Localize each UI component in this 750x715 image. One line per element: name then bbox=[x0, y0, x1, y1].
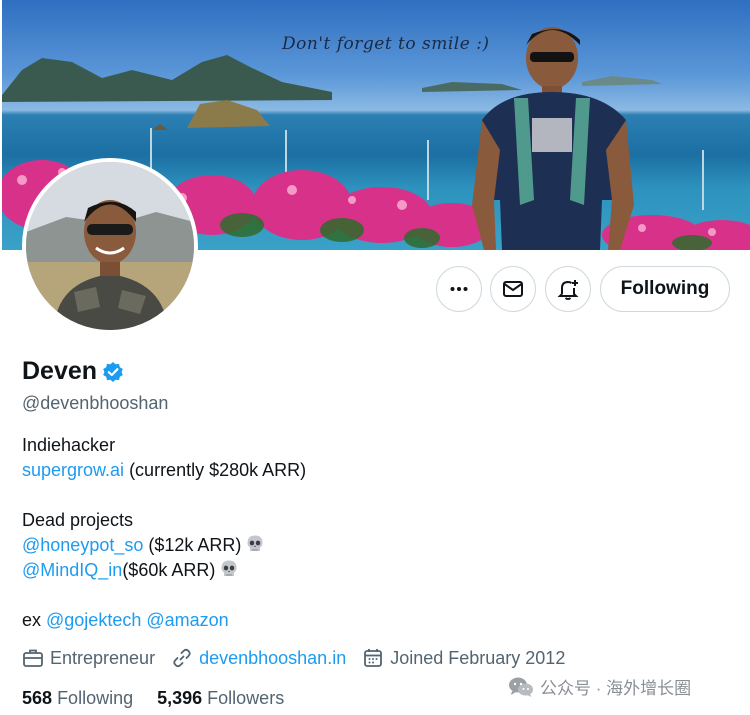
display-name: Deven bbox=[22, 357, 98, 385]
name-row: Deven bbox=[22, 357, 124, 386]
profession-label: Entrepreneur bbox=[50, 647, 156, 668]
website-link[interactable]: devenbhooshan.in bbox=[199, 648, 346, 669]
banner-caption: Don't forget to smile :) bbox=[282, 34, 490, 54]
verified-badge-icon[interactable] bbox=[102, 361, 124, 383]
followers-stat[interactable]: 5,396 Followers bbox=[157, 688, 284, 709]
more-horizontal-icon bbox=[450, 287, 468, 291]
bio-text: ($12k ARR) bbox=[143, 535, 242, 555]
bio-line: ex @gojektech @amazon bbox=[22, 608, 306, 633]
follow-stats: 568 Following 5,396 Followers bbox=[22, 688, 308, 709]
notify-button[interactable] bbox=[545, 266, 591, 312]
bio-line: @honeypot_so ($12k ARR) bbox=[22, 533, 306, 558]
bio-link-supergrow[interactable]: supergrow.ai bbox=[22, 460, 124, 480]
followers-label: Followers bbox=[207, 688, 285, 708]
website[interactable]: devenbhooshan.in bbox=[171, 647, 346, 669]
bio-link-mindiq[interactable]: @MindIQ_in bbox=[22, 560, 122, 580]
following-button[interactable]: Following bbox=[600, 266, 730, 312]
envelope-icon bbox=[503, 281, 523, 297]
followers-count: 5,396 bbox=[157, 688, 203, 708]
bio: Indiehacker supergrow.ai (currently $280… bbox=[22, 433, 306, 633]
following-count: 568 bbox=[22, 688, 53, 708]
bio-line: supergrow.ai (currently $280k ARR) bbox=[22, 458, 306, 483]
bell-plus-icon bbox=[557, 280, 579, 300]
more-button[interactable] bbox=[436, 266, 482, 312]
skull-icon bbox=[247, 535, 263, 551]
profile-meta: Entrepreneur devenbhooshan.in Joined Feb… bbox=[22, 647, 581, 669]
calendar-icon bbox=[364, 649, 383, 667]
briefcase-icon bbox=[23, 649, 43, 667]
watermark: 公众号 · 海外增长圈 bbox=[508, 674, 691, 699]
bio-line: Dead projects bbox=[22, 508, 306, 533]
bio-text: (currently $280k ARR) bbox=[124, 460, 307, 480]
profession: Entrepreneur bbox=[22, 647, 155, 669]
following-label: Following bbox=[57, 688, 134, 708]
watermark-text: 公众号 · 海外增长圈 bbox=[540, 679, 692, 698]
bio-link-gojek[interactable]: @gojektech bbox=[46, 610, 141, 630]
bio-text: ($60k ARR) bbox=[122, 560, 216, 580]
skull-icon bbox=[221, 560, 237, 576]
bio-text: ex bbox=[22, 610, 47, 630]
following-stat[interactable]: 568 Following bbox=[22, 688, 133, 709]
bio-link-amazon[interactable]: @amazon bbox=[146, 610, 228, 630]
wechat-icon bbox=[509, 677, 533, 697]
bio-text: Indiehacker bbox=[22, 435, 116, 455]
handle: @devenbhooshan bbox=[22, 393, 169, 413]
link-icon bbox=[173, 648, 191, 668]
bio-link-honeypot[interactable]: @honeypot_so bbox=[22, 535, 143, 555]
joined-label: Joined February 2012 bbox=[390, 647, 566, 668]
bio-line: Indiehacker bbox=[22, 433, 306, 458]
bio-line: @MindIQ_in($60k ARR) bbox=[22, 558, 306, 583]
profile-actions: Following bbox=[0, 266, 750, 312]
message-button[interactable] bbox=[490, 266, 536, 312]
joined-date: Joined February 2012 bbox=[362, 647, 565, 669]
bio-text: Dead projects bbox=[22, 510, 134, 530]
